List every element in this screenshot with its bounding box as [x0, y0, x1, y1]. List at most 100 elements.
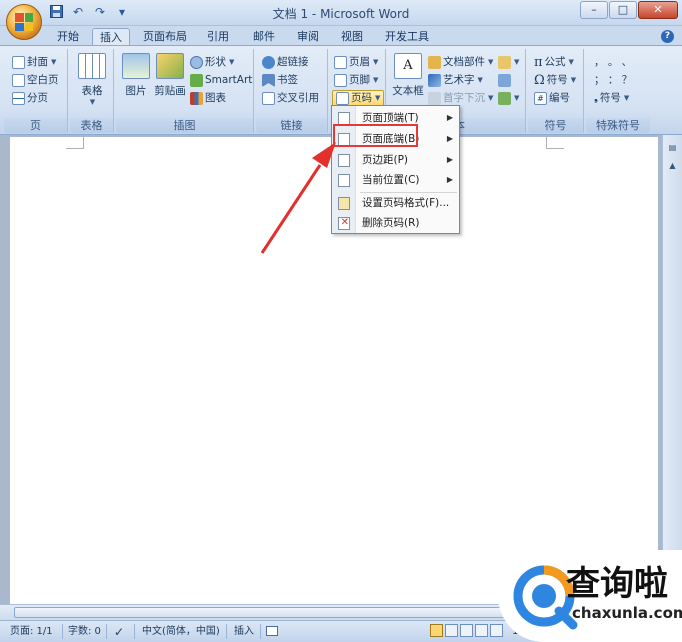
submenu-arrow-icon: ▶	[446, 155, 453, 164]
table-icon	[78, 53, 106, 79]
wordart-button[interactable]: 艺术字 ▼	[428, 72, 483, 89]
word-count-status[interactable]: 字数: 0	[68, 624, 101, 640]
blank-page-button[interactable]: 空白页	[12, 72, 59, 89]
symbol-button[interactable]: Ω 符号 ▼	[534, 72, 576, 89]
highlight-box	[333, 124, 418, 147]
group-links: 超链接 书签 交叉引用 链接	[256, 49, 328, 133]
insert-mode-status[interactable]: 插入	[234, 624, 254, 640]
watermark-text-cn: 查询啦	[566, 564, 668, 604]
cross-reference-icon	[262, 92, 275, 105]
status-separator	[62, 624, 63, 639]
smartart-button[interactable]: SmartArt	[190, 72, 252, 89]
special-symbols-row-2[interactable]: ； ： ？	[594, 72, 632, 89]
group-tables-label: 表格	[70, 118, 113, 133]
bookmark-icon	[262, 74, 275, 87]
format-page-number-icon	[338, 197, 350, 210]
print-layout-view-icon[interactable]	[430, 624, 443, 637]
omega-icon: Ω	[534, 73, 545, 88]
equation-button[interactable]: π 公式 ▼	[534, 54, 574, 71]
menu-item-remove-page-numbers[interactable]: ✕ 删除页码(R)	[333, 213, 459, 233]
shapes-icon	[190, 56, 203, 69]
calendar-icon	[498, 74, 511, 87]
close-button[interactable]: ✕	[638, 1, 678, 19]
quick-parts-icon	[428, 56, 441, 69]
status-separator	[106, 624, 107, 639]
watermark-text-en: chaxunla.com	[572, 604, 682, 622]
drop-cap-icon	[428, 92, 441, 105]
page-break-icon	[12, 92, 25, 105]
current-position-icon	[338, 174, 350, 187]
page-number-icon	[336, 92, 349, 105]
page-margin-icon	[338, 154, 350, 167]
tab-review[interactable]: 审阅	[290, 28, 326, 46]
table-button[interactable]: 表格 ▼	[76, 51, 108, 106]
object-button[interactable]: ▼	[498, 90, 519, 107]
margin-corner-right	[546, 137, 564, 149]
special-symbol-button[interactable]: ❟ 符号 ▼	[594, 90, 629, 107]
group-special-symbols: ， 。 、 ； ： ？ ❟ 符号 ▼ 特殊符号	[586, 49, 650, 133]
menu-item-current-position[interactable]: 当前位置(C) ▶	[333, 170, 459, 190]
group-pages-label: 页	[4, 118, 67, 133]
title-bar: ↶ ↷ ▾ 文档 1 - Microsoft Word – □ ✕	[0, 0, 682, 26]
submenu-arrow-icon: ▶	[446, 134, 453, 143]
tab-references[interactable]: 引用	[200, 28, 236, 46]
textbox-icon: A	[394, 53, 422, 79]
tab-home[interactable]: 开始	[50, 28, 86, 46]
menu-item-format-page-numbers[interactable]: 设置页码格式(F)...	[333, 193, 459, 213]
language-status[interactable]: 中文(简体，中国)	[142, 624, 220, 640]
full-screen-view-icon[interactable]	[445, 624, 458, 637]
special-symbol-icon: ❟	[594, 93, 598, 104]
watermark: 查询啦 chaxunla.com	[498, 550, 682, 642]
page-break-button[interactable]: 分页	[12, 90, 48, 107]
group-pages: 封面 ▼ 空白页 分页 页	[4, 49, 68, 133]
special-symbols-row-1[interactable]: ， 。 、	[594, 54, 632, 71]
tab-page-layout[interactable]: 页面布局	[136, 28, 194, 46]
web-layout-view-icon[interactable]	[460, 624, 473, 637]
smartart-icon	[190, 74, 203, 87]
proofing-icon[interactable]: ✓	[114, 624, 124, 640]
margin-corner-left	[66, 137, 84, 149]
blank-page-icon	[12, 74, 25, 87]
chart-button[interactable]: 图表	[190, 90, 226, 107]
vertical-scrollbar[interactable]: ▤ ▲ ▲ ● ▼	[662, 135, 682, 604]
tab-mailings[interactable]: 邮件	[246, 28, 282, 46]
header-icon	[334, 56, 347, 69]
signature-line-button[interactable]: ▼	[498, 54, 519, 71]
status-separator	[134, 624, 135, 639]
remove-page-number-icon: ✕	[338, 217, 350, 230]
maximize-button[interactable]: □	[609, 1, 637, 19]
tab-insert[interactable]: 插入	[92, 28, 130, 46]
picture-icon	[122, 53, 150, 79]
header-button[interactable]: 页眉 ▼	[334, 54, 378, 71]
date-time-button[interactable]	[498, 72, 511, 89]
submenu-arrow-icon: ▶	[446, 113, 453, 122]
footer-button[interactable]: 页脚 ▼	[334, 72, 378, 89]
menu-item-page-margins[interactable]: 页边距(P) ▶	[333, 150, 459, 170]
shapes-button[interactable]: 形状 ▼	[190, 54, 234, 71]
footer-icon	[334, 74, 347, 87]
chart-icon	[190, 92, 203, 105]
draft-view-icon[interactable]	[490, 624, 503, 637]
hyperlink-button[interactable]: 超链接	[262, 54, 309, 71]
numbering-icon: #	[534, 92, 547, 105]
clipart-button[interactable]: 剪贴画	[152, 51, 188, 98]
minimize-button[interactable]: –	[580, 1, 608, 19]
cover-page-button[interactable]: 封面 ▼	[12, 54, 56, 71]
scroll-up-icon[interactable]: ▲	[666, 159, 679, 172]
tab-view[interactable]: 视图	[334, 28, 370, 46]
bookmark-button[interactable]: 书签	[262, 72, 298, 89]
ruler-toggle-icon[interactable]: ▤	[666, 141, 679, 154]
page-count-status[interactable]: 页面: 1/1	[10, 624, 53, 640]
help-icon[interactable]: ?	[661, 30, 674, 43]
cross-reference-button[interactable]: 交叉引用	[262, 90, 319, 107]
outline-view-icon[interactable]	[475, 624, 488, 637]
office-button[interactable]	[6, 4, 42, 40]
tab-developer[interactable]: 开发工具	[378, 28, 436, 46]
window-controls: – □ ✕	[580, 1, 678, 19]
quick-parts-button[interactable]: 文档部件 ▼	[428, 54, 493, 71]
textbox-button[interactable]: A 文本框	[390, 51, 426, 98]
submenu-arrow-icon: ▶	[446, 175, 453, 184]
numbering-button[interactable]: # 编号	[534, 90, 570, 107]
picture-button[interactable]: 图片	[120, 51, 152, 98]
macro-record-icon[interactable]	[266, 624, 278, 640]
